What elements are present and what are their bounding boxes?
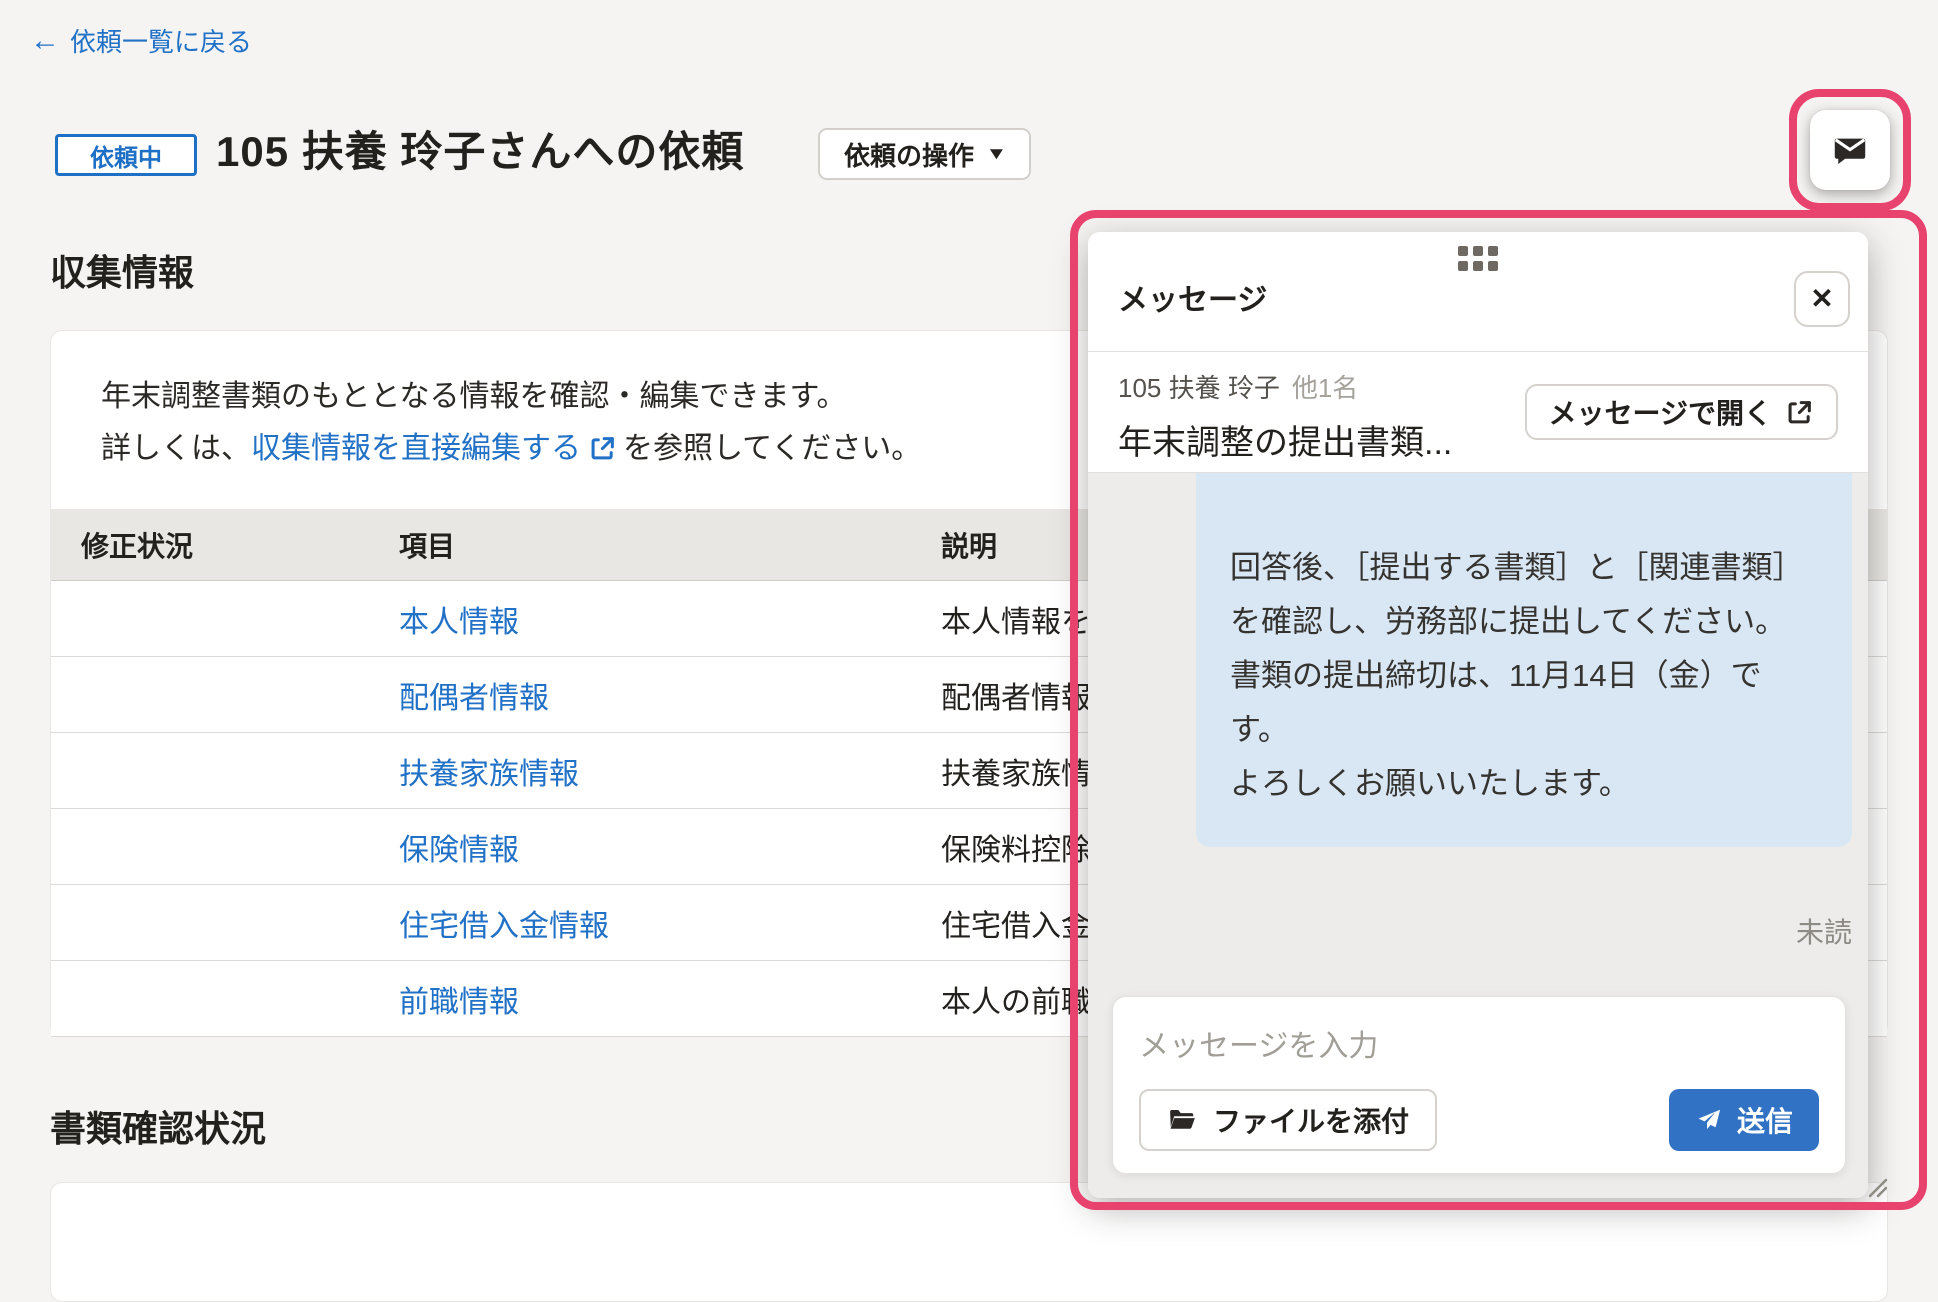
back-arrow-icon: ← xyxy=(30,26,60,56)
item-link[interactable]: 住宅借入金情報 xyxy=(399,910,609,943)
request-actions-label: 依頼の操作 xyxy=(844,136,974,173)
close-button[interactable]: ✕ xyxy=(1794,271,1850,327)
attach-file-button[interactable]: ファイルを添付 xyxy=(1139,1089,1437,1151)
chevron-down-icon: ▼ xyxy=(985,144,1007,164)
participant-name: 105 扶養 玲子 xyxy=(1118,368,1280,405)
item-link[interactable]: 前職情報 xyxy=(399,986,519,1019)
open-in-messages-label: メッセージで開く xyxy=(1549,392,1772,432)
message-fab-button[interactable] xyxy=(1810,110,1890,190)
message-bubble: 回答後、［提出する書類］と［関連書類］を確認し、労務部に提出してください。書類の… xyxy=(1196,473,1852,847)
edit-collected-info-link[interactable]: 収集情報を直接編集する xyxy=(251,432,581,465)
composer-actions: ファイルを添付 送信 xyxy=(1139,1089,1819,1151)
message-panel-header: メッセージ ✕ xyxy=(1088,232,1868,352)
col-header-status: 修正状況 xyxy=(51,525,399,565)
col-header-item: 項目 xyxy=(399,525,941,565)
thread-summary: 105 扶養 玲子 他1名 年末調整の提出書類... メッセージで開く xyxy=(1088,352,1868,473)
description-line2-prefix: 詳しくは、 xyxy=(101,432,251,465)
collected-info-heading: 収集情報 xyxy=(50,244,194,296)
open-in-messages-button[interactable]: メッセージで開く xyxy=(1525,384,1838,440)
send-plane-icon xyxy=(1695,1106,1723,1134)
message-panel: メッセージ ✕ 105 扶養 玲子 他1名 年末調整の提出書類... メッセージ… xyxy=(1088,232,1868,1198)
close-icon: ✕ xyxy=(1810,282,1833,315)
document-status-card xyxy=(50,1182,1888,1302)
message-paragraph: よろしくお願いいたします。 xyxy=(1230,757,1802,811)
description-line2-suffix: を参照してください。 xyxy=(623,432,921,465)
description-line1: 年末調整書類のもととなる情報を確認・編集できます。 xyxy=(101,371,921,423)
page-title: 105 扶養 玲子さんへの依頼 xyxy=(216,118,744,179)
send-button[interactable]: 送信 xyxy=(1669,1089,1819,1151)
back-link-label: 依頼一覧に戻る xyxy=(70,22,252,59)
request-actions-dropdown[interactable]: 依頼の操作 ▼ xyxy=(818,128,1031,180)
unread-status: 未読 xyxy=(1796,911,1852,951)
message-panel-title: メッセージ xyxy=(1118,275,1267,319)
external-link-icon xyxy=(589,427,617,479)
collected-info-description: 年末調整書類のもととなる情報を確認・編集できます。 詳しくは、収集情報を直接編集… xyxy=(101,371,921,479)
item-link[interactable]: 本人情報 xyxy=(399,606,519,639)
item-link[interactable]: 扶養家族情報 xyxy=(399,758,579,791)
item-link[interactable]: 配偶者情報 xyxy=(399,682,549,715)
thread-info: 105 扶養 玲子 他1名 年末調整の提出書類... xyxy=(1118,368,1452,464)
document-status-heading: 書類確認状況 xyxy=(50,1100,266,1152)
folder-icon xyxy=(1167,1105,1197,1135)
message-paragraph: 回答後、［提出する書類］と［関連書類］を確認し、労務部に提出してください。 xyxy=(1230,541,1802,649)
external-link-icon xyxy=(1786,398,1814,426)
drag-handle-icon[interactable] xyxy=(1458,246,1498,271)
item-link[interactable]: 保険情報 xyxy=(399,834,519,867)
thread-title: 年末調整の提出書類... xyxy=(1118,415,1452,464)
message-input[interactable]: メッセージを入力 xyxy=(1139,1021,1819,1065)
resize-handle[interactable] xyxy=(1858,1168,1890,1200)
message-mail-icon xyxy=(1829,129,1871,171)
message-scroll-area[interactable]: 回答後、［提出する書類］と［関連書類］を確認し、労務部に提出してください。書類の… xyxy=(1088,473,1868,1198)
message-paragraph: 書類の提出締切は、11月14日（金）です。 xyxy=(1230,649,1802,757)
message-composer[interactable]: メッセージを入力 ファイルを添付 送信 xyxy=(1112,996,1846,1174)
thread-participants: 105 扶養 玲子 他1名 xyxy=(1118,368,1452,405)
participants-extra: 他1名 xyxy=(1292,368,1358,405)
back-to-request-list-link[interactable]: ← 依頼一覧に戻る xyxy=(30,22,252,59)
send-label: 送信 xyxy=(1737,1100,1793,1140)
attach-file-label: ファイルを添付 xyxy=(1213,1100,1409,1140)
status-badge: 依頼中 xyxy=(55,134,197,176)
description-line2: 詳しくは、収集情報を直接編集する を参照してください。 xyxy=(101,423,921,479)
